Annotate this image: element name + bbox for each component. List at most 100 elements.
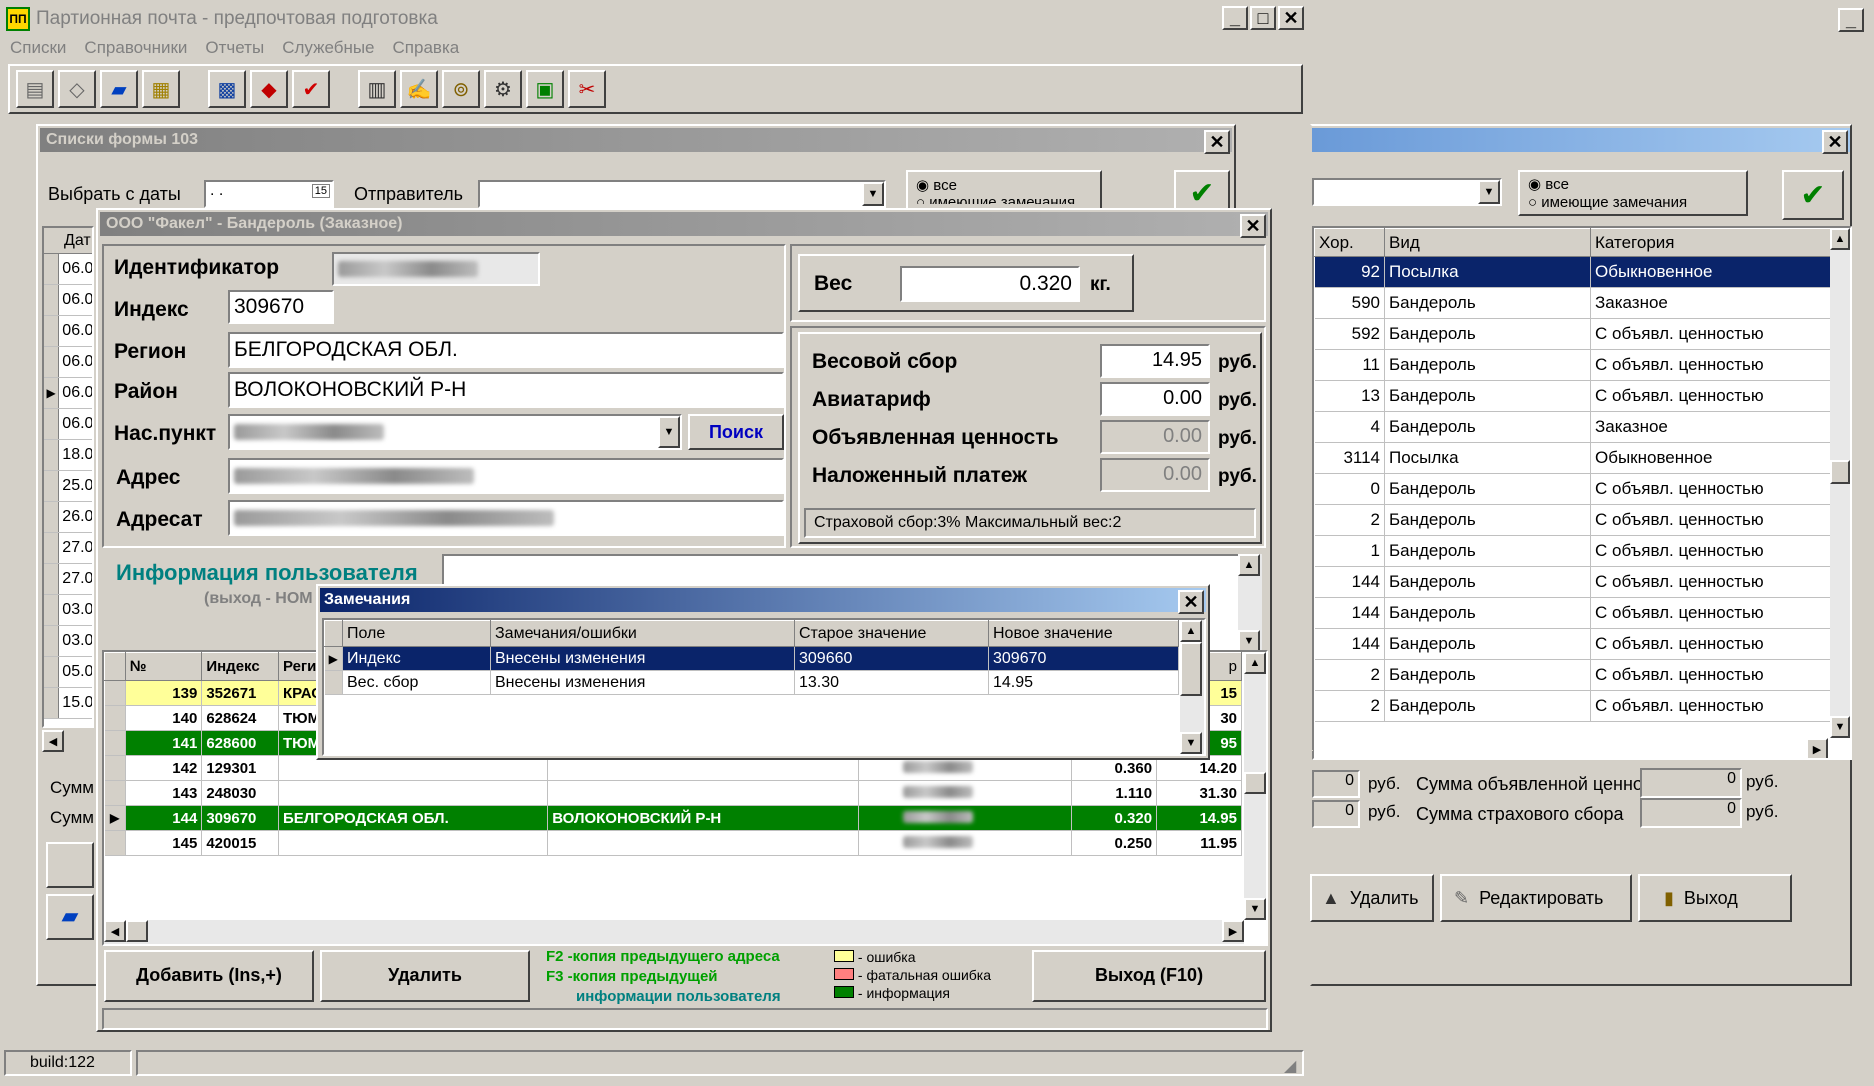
fee-field[interactable]: 14.95 xyxy=(1100,344,1210,378)
date-row[interactable]: 27.0 xyxy=(44,564,92,595)
address-field[interactable] xyxy=(228,458,784,494)
remarks-col-new[interactable]: Новое значение xyxy=(988,620,1179,647)
right-table-row[interactable]: 92 Посылка Обыкновенное xyxy=(1314,256,1831,288)
minimize-icon[interactable]: _ xyxy=(1222,6,1248,30)
right-scroll-right-icon[interactable]: ▶ xyxy=(1806,738,1828,758)
scissors-icon[interactable]: ✂ xyxy=(568,70,606,108)
right-table-row[interactable]: 590 Бандероль Заказное xyxy=(1314,287,1831,319)
date-row[interactable]: 26.0 xyxy=(44,502,92,533)
right-table-row[interactable]: 3114 Посылка Обыкновенное xyxy=(1314,442,1831,474)
search-button[interactable]: Поиск xyxy=(688,414,784,450)
radio-remarks[interactable]: ○ имеющие замечания xyxy=(916,194,1092,204)
date-row[interactable]: 06.0 xyxy=(44,254,92,285)
date-row[interactable]: 06.0 xyxy=(44,409,92,440)
district-field[interactable]: ВОЛОКОНОВСКИЙ Р-Н xyxy=(228,372,784,408)
remarks-col-old[interactable]: Старое значение xyxy=(794,620,989,647)
right-scroll-down-icon[interactable]: ▼ xyxy=(1830,716,1850,738)
gear-icon[interactable]: ⚙ xyxy=(484,70,522,108)
checkmark-icon[interactable]: ✔ xyxy=(292,70,330,108)
right-exit-button[interactable]: ▮ Выход xyxy=(1638,874,1792,922)
userinfo-scroll-down-icon[interactable]: ▼ xyxy=(1238,630,1260,652)
remarks-scroll-down-icon[interactable]: ▼ xyxy=(1180,732,1202,754)
right-table-row[interactable]: 1 Бандероль С объявл. ценностью xyxy=(1314,535,1831,567)
lists-action-button[interactable] xyxy=(46,842,94,888)
parcel-scroll-up-icon[interactable]: ▲ xyxy=(1244,652,1266,674)
date-row[interactable]: 06.0 xyxy=(44,347,92,378)
right-table-row[interactable]: 11 Бандероль С объявл. ценностью xyxy=(1314,349,1831,381)
calendar-icon[interactable]: 15 xyxy=(311,184,330,198)
right-table-row[interactable]: 13 Бандероль С объявл. ценностью xyxy=(1314,380,1831,412)
parcel-scroll-right-icon[interactable]: ▶ xyxy=(1222,920,1244,942)
sender-select[interactable]: ▼ xyxy=(478,180,886,208)
date-row[interactable]: 06.0 xyxy=(44,285,92,316)
right-edit-button[interactable]: ✎ Редактировать xyxy=(1440,874,1632,922)
menu-reports[interactable]: Отчеты xyxy=(205,38,264,64)
right-table-row[interactable]: 2 Бандероль С объявл. ценностью xyxy=(1314,504,1831,536)
binoculars-icon[interactable]: ⊚ xyxy=(442,70,480,108)
lists103-close-icon[interactable]: ✕ xyxy=(1204,130,1230,154)
parcel-col-index[interactable]: Индекс xyxy=(201,652,279,681)
userinfo-scroll-up-icon[interactable]: ▲ xyxy=(1238,554,1260,576)
monitor-icon[interactable]: ▣ xyxy=(526,70,564,108)
right-delete-button[interactable] xyxy=(1312,750,1313,751)
calculator-icon[interactable]: ▥ xyxy=(358,70,396,108)
parcel-exit-button[interactable]: Выход (F10) xyxy=(1032,950,1266,1002)
left-scroll-left-icon[interactable]: ◀ xyxy=(42,730,64,752)
date-row[interactable]: 03.0 xyxy=(44,595,92,626)
date-row[interactable]: ▶ 06.0 xyxy=(44,378,92,409)
right-table-row[interactable]: 0 Бандероль С объявл. ценностью xyxy=(1314,473,1831,505)
add-button[interactable]: Добавить (Ins,+) xyxy=(104,950,314,1002)
parcel-scroll-down-icon[interactable]: ▼ xyxy=(1244,898,1266,920)
col-category[interactable]: Категория xyxy=(1590,228,1831,257)
date-row[interactable]: 06.0 xyxy=(44,316,92,347)
stamps-icon[interactable]: ▤ xyxy=(16,70,54,108)
floppy-icon[interactable]: ▰ xyxy=(100,70,138,108)
region-field[interactable]: БЕЛГОРОДСКАЯ ОБЛ. xyxy=(228,332,784,368)
parcel-hscroll-thumb[interactable] xyxy=(126,920,148,942)
right-scroll-thumb[interactable] xyxy=(1830,460,1850,484)
date-row[interactable]: 03.0 xyxy=(44,626,92,657)
parcel-hscroll[interactable]: ◀ ▶ xyxy=(104,920,1244,944)
remarks-vscroll[interactable]: ▲ ▼ xyxy=(1180,620,1204,754)
right-table-row[interactable]: 592 Бандероль С объявл. ценностью xyxy=(1314,318,1831,350)
parcel-vscroll[interactable]: ▲ ▼ xyxy=(1244,652,1266,920)
close-icon[interactable]: ✕ xyxy=(1278,6,1304,30)
remarks-scroll-thumb[interactable] xyxy=(1180,642,1202,696)
right-apply-button[interactable]: ✔ xyxy=(1782,170,1844,220)
remarks-col-field[interactable]: Поле xyxy=(342,620,491,647)
delete-button[interactable]: Удалить xyxy=(320,950,530,1002)
date-input[interactable]: . . 15 xyxy=(204,180,334,208)
weight-field[interactable]: 0.320 xyxy=(900,266,1080,302)
filter-icon[interactable]: ▩ xyxy=(208,70,246,108)
date-row[interactable]: 25.0 xyxy=(44,471,92,502)
date-row[interactable]: 15.0 xyxy=(44,688,92,719)
parcel-table-row[interactable]: 145 420015 0.250 11.95 xyxy=(104,830,1242,856)
right-table-row[interactable]: 144 Бандероль С объявл. ценностью xyxy=(1314,566,1831,598)
right-table-row[interactable]: 2 Бандероль С объявл. ценностью xyxy=(1314,659,1831,691)
right-table-row[interactable]: 144 Бандероль С объявл. ценностью xyxy=(1314,597,1831,629)
lists-save-button[interactable]: ▰ xyxy=(46,894,94,940)
right-minimize-icon[interactable]: _ xyxy=(1838,8,1864,32)
right-table-row[interactable]: 2 Бандероль С объявл. ценностью xyxy=(1314,690,1831,722)
menu-service[interactable]: Служебные xyxy=(282,38,374,64)
right-table-row[interactable]: 4 Бандероль Заказное xyxy=(1314,411,1831,443)
radio-all[interactable]: ◉ все xyxy=(916,176,1092,194)
index-field[interactable]: 309670 xyxy=(228,290,334,324)
date-row[interactable]: 05.0 xyxy=(44,657,92,688)
chevron-down-icon[interactable]: ▼ xyxy=(862,182,884,206)
parcel-col-num[interactable]: № xyxy=(124,652,203,681)
userinfo-vscroll[interactable]: ▲ ▼ xyxy=(1238,554,1262,652)
right-radio-remarks[interactable]: ○ имеющие замечания xyxy=(1528,194,1738,212)
date-row[interactable]: 18.0 xyxy=(44,440,92,471)
locality-chevron-down-icon[interactable]: ▼ xyxy=(658,416,680,448)
parcel-scroll-left-icon[interactable]: ◀ xyxy=(104,920,126,942)
addressee-field[interactable] xyxy=(228,500,784,536)
right-scroll-up-icon[interactable]: ▲ xyxy=(1830,228,1850,250)
right-delete-button-2[interactable]: ▲ Удалить xyxy=(1310,874,1434,922)
parcel-table-row[interactable]: ▶ 144 309670 БЕЛГОРОДСКАЯ ОБЛ. ВОЛОКОНОВСКИЙ… xyxy=(104,805,1242,831)
sign-icon[interactable]: ✍ xyxy=(400,70,438,108)
right-vscroll[interactable]: ▲ ▼ xyxy=(1830,228,1850,738)
avia-field[interactable]: 0.00 xyxy=(1100,382,1210,416)
right-radio-all[interactable]: ◉ все xyxy=(1528,176,1738,194)
right-table-row[interactable]: 144 Бандероль С объявл. ценностью xyxy=(1314,628,1831,660)
